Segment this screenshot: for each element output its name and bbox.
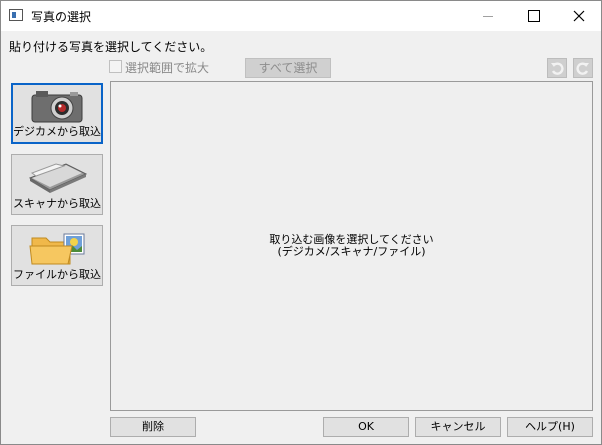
rotate-right-button[interactable] [573, 58, 593, 78]
ok-button[interactable]: OK [323, 417, 409, 437]
scanner-icon [28, 163, 88, 193]
rotate-left-icon [551, 62, 564, 75]
close-button[interactable] [556, 1, 602, 31]
photo-select-dialog: 写真の選択 貼り付ける写真を選択してください。 選択範囲で拡大 すべて選択 デジ… [0, 0, 602, 445]
import-from-scanner-button[interactable]: スキャナから取込 [11, 154, 103, 215]
rotate-right-icon [576, 62, 589, 75]
folder-picture-icon [29, 233, 85, 265]
maximize-button[interactable] [511, 1, 557, 31]
scanner-button-label: スキャナから取込 [13, 197, 101, 210]
rotate-left-button[interactable] [547, 58, 567, 78]
import-from-camera-button[interactable]: デジカメから取込 [11, 83, 103, 144]
file-button-label: ファイルから取込 [13, 268, 101, 281]
window-title: 写真の選択 [31, 10, 92, 24]
zoom-selection-checkbox[interactable] [109, 60, 122, 73]
minimize-icon [483, 15, 493, 17]
camera-button-label: デジカメから取込 [13, 125, 101, 138]
image-preview-area[interactable]: 取り込む画像を選択してください (デジカメ/スキャナ/ファイル) [110, 81, 593, 411]
minimize-button[interactable] [465, 1, 511, 31]
zoom-selection-label: 選択範囲で拡大 [125, 61, 210, 75]
instruction-text: 貼り付ける写真を選択してください。 [9, 40, 213, 54]
cancel-button[interactable]: キャンセル [415, 417, 501, 437]
maximize-icon [528, 10, 540, 22]
delete-button[interactable]: 削除 [110, 417, 196, 437]
import-from-file-button[interactable]: ファイルから取込 [11, 225, 103, 286]
camera-icon [31, 91, 83, 123]
app-window-icon [9, 9, 23, 21]
help-button[interactable]: ヘルプ(H) [507, 417, 593, 437]
close-icon [573, 10, 585, 22]
title-bar: 写真の選択 [1, 1, 601, 31]
preview-message-line-2: (デジカメ/スキャナ/ファイル) [277, 245, 426, 258]
select-all-button[interactable]: すべて選択 [245, 58, 331, 78]
preview-placeholder-message: 取り込む画像を選択してください (デジカメ/スキャナ/ファイル) [111, 234, 592, 258]
